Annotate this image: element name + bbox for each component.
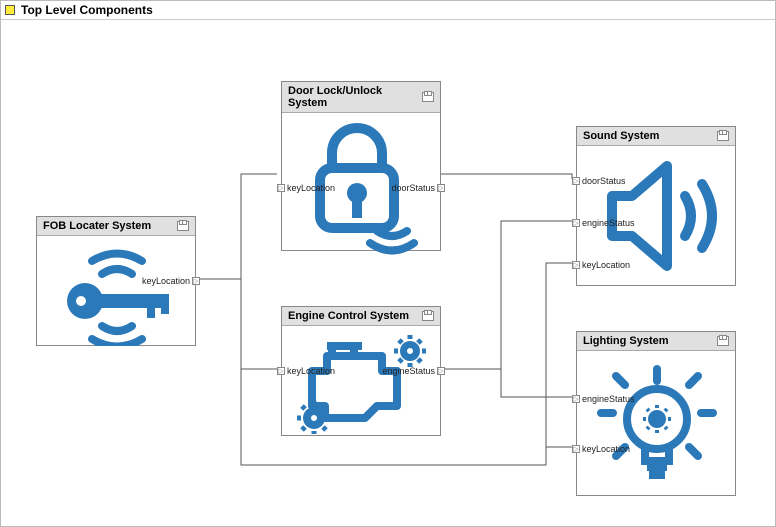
engine-gear-icon	[282, 326, 442, 436]
component-title: Door Lock/Unlock System	[288, 85, 422, 109]
port-marker-icon: ▷	[572, 445, 580, 453]
component-title: Sound System	[583, 130, 659, 142]
lightbulb-icon	[577, 351, 737, 496]
component-header: Lighting System	[577, 332, 735, 351]
port-label: doorStatus	[582, 176, 626, 186]
port-label: keyLocation	[287, 366, 335, 376]
panel-title: Top Level Components	[21, 3, 153, 17]
component-title: Lighting System	[583, 335, 669, 347]
port-label: doorStatus	[391, 183, 435, 193]
port-in-doorstatus[interactable]: ▷ doorStatus	[572, 176, 626, 186]
port-label: engineStatus	[382, 366, 435, 376]
port-label: keyLocation	[582, 444, 630, 454]
port-label: engineStatus	[582, 218, 635, 228]
port-out-keylocation[interactable]: keyLocation ▷	[142, 276, 200, 286]
port-marker-icon: ▷	[192, 277, 200, 285]
panel-top-level-components: Top Level Components	[0, 0, 776, 527]
port-label: keyLocation	[142, 276, 190, 286]
port-in-enginestatus[interactable]: ▷ engineStatus	[572, 218, 635, 228]
component-header: Sound System	[577, 127, 735, 146]
port-marker-icon: ▷	[572, 395, 580, 403]
component-type-icon	[422, 311, 434, 321]
component-engine-control[interactable]: Engine Control System	[281, 306, 441, 436]
component-header: Door Lock/Unlock System	[282, 82, 440, 113]
component-sound-system[interactable]: Sound System ▷ doorStatus	[576, 126, 736, 286]
port-out-enginestatus[interactable]: engineStatus ▷	[382, 366, 445, 376]
component-type-icon	[177, 221, 189, 231]
port-label: keyLocation	[287, 183, 335, 193]
port-marker-icon: ▷	[277, 367, 285, 375]
panel-header: Top Level Components	[1, 1, 775, 20]
component-fob-locater[interactable]: FOB Locater System	[36, 216, 196, 346]
panel-square-icon	[5, 5, 15, 15]
port-in-keylocation[interactable]: ▷ keyLocation	[572, 444, 630, 454]
key-signal-icon	[37, 236, 197, 346]
diagram-canvas: FOB Locater System	[1, 21, 775, 526]
component-lighting-system[interactable]: Lighting System	[576, 331, 736, 496]
component-type-icon	[717, 131, 729, 141]
component-header: FOB Locater System	[37, 217, 195, 236]
port-out-doorstatus[interactable]: doorStatus ▷	[391, 183, 445, 193]
port-label: keyLocation	[582, 260, 630, 270]
port-marker-icon: ▷	[572, 219, 580, 227]
component-type-icon	[717, 336, 729, 346]
port-in-keylocation[interactable]: ▷ keyLocation	[277, 183, 335, 193]
port-marker-icon: ▷	[572, 177, 580, 185]
port-in-keylocation[interactable]: ▷ keyLocation	[277, 366, 335, 376]
component-header: Engine Control System	[282, 307, 440, 326]
component-type-icon	[422, 92, 434, 102]
component-title: Engine Control System	[288, 310, 409, 322]
component-title: FOB Locater System	[43, 220, 151, 232]
component-door-lock[interactable]: Door Lock/Unlock System	[281, 81, 441, 251]
port-marker-icon: ▷	[437, 367, 445, 375]
port-marker-icon: ▷	[437, 184, 445, 192]
port-marker-icon: ▷	[277, 184, 285, 192]
port-in-enginestatus[interactable]: ▷ engineStatus	[572, 394, 635, 404]
port-marker-icon: ▷	[572, 261, 580, 269]
port-label: engineStatus	[582, 394, 635, 404]
port-in-keylocation[interactable]: ▷ keyLocation	[572, 260, 630, 270]
